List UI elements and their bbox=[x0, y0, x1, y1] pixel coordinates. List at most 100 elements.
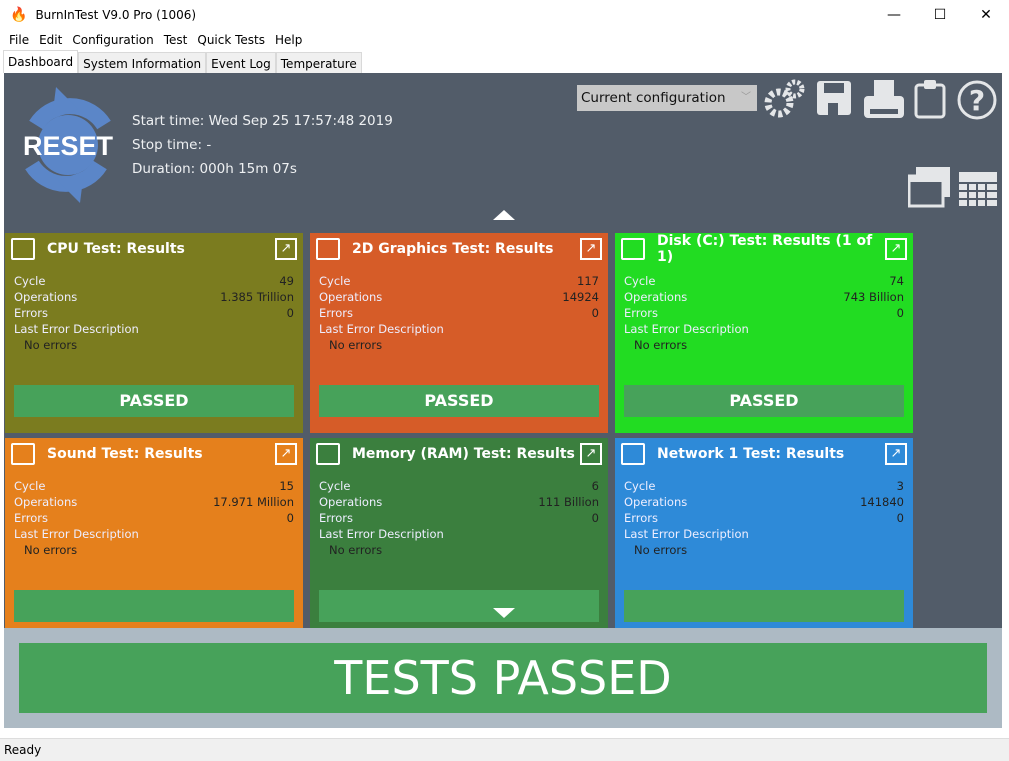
tab-bar: Dashboard System Information Event Log T… bbox=[3, 50, 362, 73]
operations-label: Operations bbox=[624, 290, 688, 304]
operations-value: 141840 bbox=[860, 495, 904, 509]
last-error-value: No errors bbox=[24, 338, 78, 352]
expand-popout-icon[interactable]: ↗ bbox=[580, 443, 602, 465]
expand-popout-icon[interactable]: ↗ bbox=[885, 238, 907, 260]
configuration-select[interactable]: Current configuration ﹀ bbox=[577, 85, 757, 111]
last-error-value: No errors bbox=[634, 338, 688, 352]
cycle-label: Cycle bbox=[14, 274, 46, 288]
operations-value: 111 Billion bbox=[538, 495, 599, 509]
start-time: Start time: Wed Sep 25 17:57:48 2019 bbox=[132, 113, 393, 129]
last-error-label: Last Error Description bbox=[624, 322, 749, 336]
operations-value: 1.385 Trillion bbox=[220, 290, 294, 304]
test-card: Disk (C:) Test: Results (1 of 1) ↗ Cycle… bbox=[615, 233, 913, 433]
passed-status: PASSED bbox=[319, 385, 599, 417]
passed-status bbox=[319, 590, 599, 622]
card-title: Sound Test: Results bbox=[47, 446, 203, 462]
menu-configuration[interactable]: Configuration bbox=[67, 30, 158, 50]
cycle-value: 49 bbox=[279, 274, 294, 288]
chevron-down-icon: ﹀ bbox=[741, 92, 751, 103]
duration: Duration: 000h 15m 07s bbox=[132, 161, 297, 177]
dashboard-panel: RESET Start time: Wed Sep 25 17:57:48 20… bbox=[4, 73, 1002, 628]
menu-bar: File Edit Configuration Test Quick Tests… bbox=[0, 30, 307, 50]
cpu-icon bbox=[11, 238, 35, 260]
passed-status bbox=[624, 590, 904, 622]
menu-edit[interactable]: Edit bbox=[34, 30, 67, 50]
last-error-value: No errors bbox=[329, 543, 383, 557]
errors-value: 0 bbox=[896, 306, 904, 320]
cycle-value: 15 bbox=[279, 479, 294, 493]
maximize-button[interactable]: ☐ bbox=[917, 0, 963, 30]
svg-text:?: ? bbox=[969, 84, 985, 117]
tests-passed-banner: TESTS PASSED bbox=[19, 643, 987, 713]
cycle-value: 6 bbox=[591, 479, 599, 493]
window-view-icon[interactable] bbox=[908, 166, 952, 208]
operations-label: Operations bbox=[14, 495, 78, 509]
test-card: Network 1 Test: Results ↗ Cycle 3 Operati… bbox=[615, 438, 913, 628]
cycle-label: Cycle bbox=[319, 274, 351, 288]
clipboard-icon[interactable] bbox=[914, 79, 946, 119]
ram-icon bbox=[316, 443, 340, 465]
test-card: 2D Graphics Test: Results ↗ Cycle 117 Ope… bbox=[310, 233, 608, 433]
operations-label: Operations bbox=[624, 495, 688, 509]
errors-label: Errors bbox=[14, 306, 49, 320]
passed-status: PASSED bbox=[624, 385, 904, 417]
errors-label: Errors bbox=[14, 511, 49, 525]
operations-value: 17.971 Million bbox=[213, 495, 294, 509]
speaker-icon bbox=[11, 443, 35, 465]
errors-label: Errors bbox=[624, 511, 659, 525]
operations-label: Operations bbox=[14, 290, 78, 304]
errors-value: 0 bbox=[286, 306, 294, 320]
expand-popout-icon[interactable]: ↗ bbox=[275, 238, 297, 260]
operations-value: 743 Billion bbox=[843, 290, 904, 304]
reset-label: RESET bbox=[23, 131, 114, 161]
errors-value: 0 bbox=[896, 511, 904, 525]
test-card: Memory (RAM) Test: Results ↗ Cycle 6 Oper… bbox=[310, 438, 608, 628]
errors-value: 0 bbox=[591, 511, 599, 525]
errors-label: Errors bbox=[319, 511, 354, 525]
errors-value: 0 bbox=[591, 306, 599, 320]
test-card: CPU Test: Results ↗ Cycle 49 Operations 1.… bbox=[5, 233, 303, 433]
tab-system-information[interactable]: System Information bbox=[78, 52, 207, 73]
minimize-button[interactable]: — bbox=[871, 0, 917, 30]
menu-quick-tests[interactable]: Quick Tests bbox=[192, 30, 270, 50]
passed-status bbox=[14, 590, 294, 622]
settings-gears-icon[interactable] bbox=[762, 79, 806, 119]
scroll-down-arrow[interactable] bbox=[493, 608, 515, 618]
card-title: 2D Graphics Test: Results bbox=[352, 241, 554, 257]
expand-popout-icon[interactable]: ↗ bbox=[275, 443, 297, 465]
reset-button[interactable]: RESET bbox=[16, 85, 120, 205]
grid-view-icon[interactable] bbox=[958, 171, 998, 207]
menu-test[interactable]: Test bbox=[159, 30, 193, 50]
close-button[interactable]: ✕ bbox=[963, 0, 1009, 30]
expand-popout-icon[interactable]: ↗ bbox=[580, 238, 602, 260]
graphics-brush-icon bbox=[316, 238, 340, 260]
window-title: BurnInTest V9.0 Pro (1006) bbox=[35, 8, 197, 22]
help-icon[interactable]: ? bbox=[956, 79, 998, 121]
cycle-value: 117 bbox=[577, 274, 599, 288]
expand-popout-icon[interactable]: ↗ bbox=[885, 443, 907, 465]
errors-label: Errors bbox=[624, 306, 659, 320]
cycle-label: Cycle bbox=[14, 479, 46, 493]
last-error-label: Last Error Description bbox=[319, 527, 444, 541]
last-error-label: Last Error Description bbox=[14, 322, 139, 336]
last-error-value: No errors bbox=[634, 543, 688, 557]
test-card: Sound Test: Results ↗ Cycle 15 Operations… bbox=[5, 438, 303, 628]
cycle-value: 74 bbox=[889, 274, 904, 288]
save-icon[interactable] bbox=[816, 79, 852, 117]
cycle-label: Cycle bbox=[624, 274, 656, 288]
print-icon[interactable] bbox=[862, 79, 906, 119]
menu-file[interactable]: File bbox=[4, 30, 34, 50]
network-icon bbox=[621, 443, 645, 465]
menu-help[interactable]: Help bbox=[270, 30, 307, 50]
cycle-label: Cycle bbox=[624, 479, 656, 493]
scroll-up-arrow[interactable] bbox=[493, 210, 515, 220]
last-error-label: Last Error Description bbox=[624, 527, 749, 541]
tab-event-log[interactable]: Event Log bbox=[206, 52, 276, 73]
last-error-value: No errors bbox=[24, 543, 78, 557]
errors-value: 0 bbox=[286, 511, 294, 525]
tab-dashboard[interactable]: Dashboard bbox=[3, 50, 79, 73]
tab-temperature[interactable]: Temperature bbox=[275, 52, 362, 73]
title-bar: 🔥 BurnInTest V9.0 Pro (1006) — ☐ ✕ bbox=[0, 0, 1009, 30]
card-title: Disk (C:) Test: Results (1 of 1) bbox=[657, 233, 873, 265]
status-bar: Ready bbox=[0, 738, 1009, 761]
